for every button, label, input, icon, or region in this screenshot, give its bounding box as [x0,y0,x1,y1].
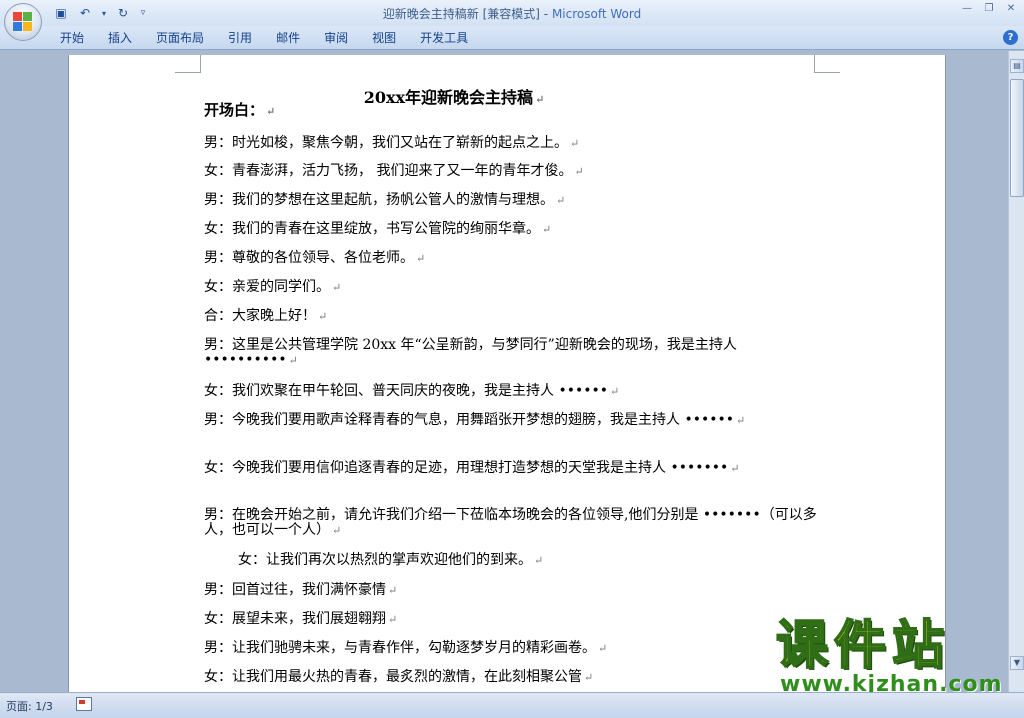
minimize-icon[interactable]: — [958,2,976,16]
doc-line-text: 女：我们的青春在这里绽放，书写公管院的绚丽华章。 [204,221,540,237]
tab-view[interactable]: 视图 [360,26,408,50]
paragraph-mark: ↵ [610,385,620,398]
paragraph-mark: ↵ [574,165,584,178]
doc-line-text: 开场白： [204,101,265,119]
paragraph-mark: ↵ [542,223,552,236]
doc-line: 男：我们的梦想在这里起航，扬帆公管人的激情与理想。 ↵ [204,193,824,208]
paragraph-mark: ↵ [534,554,544,567]
paragraph-mark: ↵ [318,310,328,323]
doc-line-text: 男：在晚会开始之前，请允许我们介绍一下莅临本场晚会的各位领导,他们分别是 •••… [204,507,817,538]
doc-line-text: 女：我们欢聚在甲午轮回、普天同庆的夜晚，我是主持人 •••••• [204,383,608,399]
doc-line-text: 男：时光如梭，聚焦今朝，我们又站在了崭新的起点之上。 [204,135,568,151]
doc-line: 女：让我们用最火热的青春，最炙烈的激情，在此刻相聚公管 ↵ [204,670,824,685]
document-name: 迎新晚会主持稿新 [382,7,479,21]
maximize-icon[interactable]: ❐ [980,2,998,16]
crop-mark-left [175,55,201,73]
doc-line-opening: 开场白： ↵ [204,103,824,119]
doc-line-text: 男：这里是公共管理学院 20xx 年“公呈新韵，与梦同行”迎新晚会的现场，我是主… [204,337,737,368]
doc-line: 男：尊敬的各位领导、各位老师。 ↵ [204,251,824,266]
ribbon-tabs: 开始 插入 页面布局 引用 邮件 审阅 视图 开发工具 [48,26,480,50]
doc-line-text: 男：让我们驰骋未来，与青春作伴，勾勒逐梦岁月的精彩画卷。 [204,640,596,656]
close-icon[interactable]: ✕ [1002,2,1020,16]
doc-line: 女：展望未来，我们展翅翱翔 ↵ [204,612,824,627]
doc-line-text: 女：青春澎湃，活力飞扬， 我们迎来了又一年的青年才俊。 [204,163,573,179]
crop-mark-right [814,55,840,73]
doc-line: 女：让我们再次以热烈的掌声欢迎他们的到来。 ↵ [238,553,858,568]
window-title: 迎新晚会主持稿新 [兼容模式] - Microsoft Word [0,5,1024,22]
scrollbar-thumb[interactable] [1010,79,1024,197]
doc-line: 女：今晚我们要用信仰追逐青春的足迹，用理想打造梦想的天堂我是主持人 ••••••… [204,461,824,476]
doc-line-text: 男：今晚我们要用歌声诠释青春的气息，用舞蹈张开梦想的翅膀，我是主持人 •••••… [204,412,734,428]
compat-mode: [兼容模式] [482,7,540,21]
tab-developer[interactable]: 开发工具 [408,26,480,50]
doc-line-text: 女：展望未来，我们展翅翱翔 [204,611,386,627]
doc-line: 男：回首过往，我们满怀豪情 ↵ [204,583,824,598]
vertical-scrollbar[interactable]: ▤ ▼ [1008,51,1024,692]
office-button[interactable] [4,3,42,41]
tab-home[interactable]: 开始 [48,26,96,50]
scroll-down-icon[interactable]: ▼ [1010,656,1024,670]
tab-mailings[interactable]: 邮件 [264,26,312,50]
doc-line: 女：我们的青春在这里绽放，书写公管院的绚丽华章。 ↵ [204,222,824,237]
tab-references[interactable]: 引用 [216,26,264,50]
watermark-logo: 课件站 www.kjzhan.com [770,615,1010,697]
paragraph-mark: ↵ [736,414,746,427]
paragraph-mark: ↵ [598,642,608,655]
window-controls: — ❐ ✕ [958,2,1020,16]
help-icon[interactable]: ? [1003,30,1018,45]
paragraph-mark: ↵ [332,281,342,294]
doc-line: 男：今晚我们要用歌声诠释青春的气息，用舞蹈张开梦想的翅膀，我是主持人 •••••… [204,413,824,428]
doc-line: 男：在晚会开始之前，请允许我们介绍一下莅临本场晚会的各位领导,他们分别是 •••… [204,508,824,538]
paragraph-mark: ↵ [332,524,342,537]
paragraph-mark: ↵ [556,194,566,207]
doc-line: 男：让我们驰骋未来，与青春作伴，勾勒逐梦岁月的精彩画卷。 ↵ [204,641,824,656]
paragraph-mark: ↵ [288,354,298,367]
title-bar: ▣ ↶ ▾ ↻ ▿ 迎新晚会主持稿新 [兼容模式] - Microsoft Wo… [0,0,1024,26]
tab-insert[interactable]: 插入 [96,26,144,50]
paragraph-mark: ↵ [730,462,740,475]
title-separator: - [539,7,552,21]
status-bar: 页面: 1/3 [0,692,1024,718]
doc-line-text: 男：尊敬的各位领导、各位老师。 [204,250,414,266]
doc-line-text: 女：让我们再次以热烈的掌声欢迎他们的到来。 [238,552,532,568]
doc-line: 男：时光如梭，聚焦今朝，我们又站在了崭新的起点之上。 ↵ [204,136,824,151]
tab-page-layout[interactable]: 页面布局 [144,26,216,50]
doc-line: 合：大家晚上好！ ↵ [204,309,824,324]
paragraph-mark: ↵ [416,252,426,265]
office-logo-icon [13,12,33,32]
paragraph-mark: ↵ [388,613,398,626]
doc-line-text: 女：亲爱的同学们。 [204,279,330,295]
doc-line: 女：我们欢聚在甲午轮回、普天同庆的夜晚，我是主持人 •••••• ↵ [204,384,824,399]
doc-line: 男：这里是公共管理学院 20xx 年“公呈新韵，与梦同行”迎新晚会的现场，我是主… [204,338,824,368]
watermark-text: 课件站 [775,615,951,677]
doc-line-text: 男：回首过往，我们满怀豪情 [204,582,386,598]
doc-line: 女：亲爱的同学们。 ↵ [204,280,824,295]
doc-line-text: 合：大家晚上好！ [204,308,316,324]
doc-line-text: 女：让我们用最火热的青春，最炙烈的激情，在此刻相聚公管 [204,669,582,685]
paragraph-mark: ↵ [266,105,276,118]
proofing-icon[interactable] [76,697,92,711]
paragraph-mark: ↵ [584,671,594,684]
tab-review[interactable]: 审阅 [312,26,360,50]
page-count[interactable]: 页面: 1/3 [6,698,53,714]
ribbon: 开始 插入 页面布局 引用 邮件 审阅 视图 开发工具 ? [0,26,1024,50]
doc-line-text: 男：我们的梦想在这里起航，扬帆公管人的激情与理想。 [204,192,554,208]
app-name: Microsoft Word [551,7,642,21]
doc-line-text: 女：今晚我们要用信仰追逐青春的足迹，用理想打造梦想的天堂我是主持人 ••••••… [204,460,729,476]
ruler-toggle-icon[interactable]: ▤ [1010,59,1024,73]
paragraph-mark: ↵ [570,137,580,150]
doc-line: 女：青春澎湃，活力飞扬， 我们迎来了又一年的青年才俊。 ↵ [204,164,824,179]
paragraph-mark: ↵ [388,584,398,597]
